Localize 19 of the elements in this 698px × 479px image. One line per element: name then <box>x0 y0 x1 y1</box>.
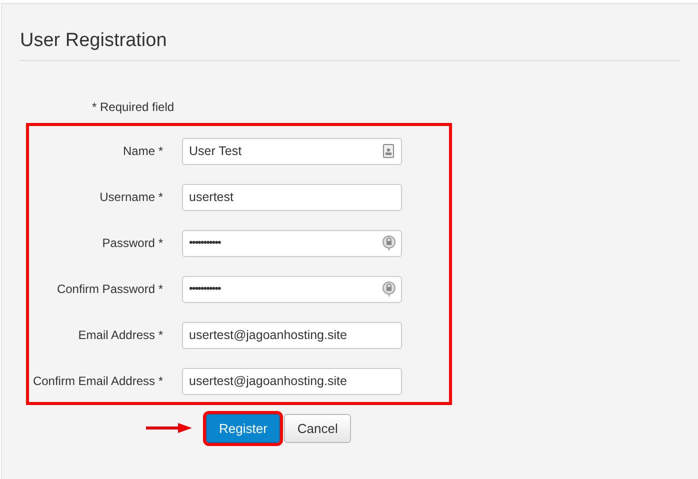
input-field[interactable]: usertest@jagoanhosting.site <box>182 368 402 394</box>
contact-card-icon <box>383 144 394 158</box>
field-label: Confirm Password * <box>56 281 164 298</box>
password-field[interactable]: ••••••••••• <box>182 276 402 302</box>
field-label: Name * <box>122 143 164 160</box>
lock-icon <box>382 280 396 296</box>
input-field[interactable]: usertest <box>182 184 402 210</box>
field-label: Password * <box>101 235 164 252</box>
lock-icon <box>382 234 396 250</box>
input-field[interactable]: usertest@jagoanhosting.site <box>182 322 402 348</box>
pointer-arrow <box>146 423 192 433</box>
field-label: Username * <box>98 189 164 206</box>
page-title: User Registration <box>20 30 168 52</box>
password-field[interactable]: ••••••••••• <box>182 230 402 256</box>
cancel-button[interactable]: Cancel <box>284 414 351 442</box>
required-note: * Required field <box>92 100 174 114</box>
input-field[interactable]: User Test <box>182 138 402 164</box>
field-label: Email Address * <box>77 327 164 344</box>
field-label: Confirm Email Address * <box>32 373 164 390</box>
